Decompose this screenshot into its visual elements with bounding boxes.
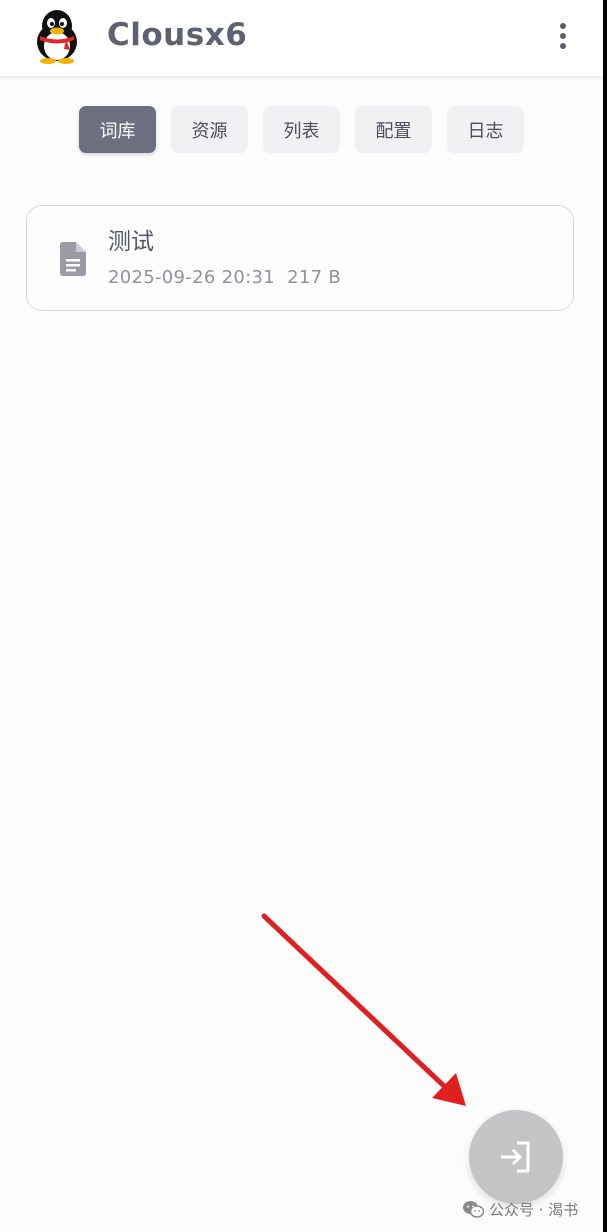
wechat-icon	[463, 1201, 484, 1218]
tab-logs[interactable]: 日志	[447, 106, 524, 153]
file-list-item[interactable]: 测试 2025-09-26 20:31 217 B	[26, 205, 574, 311]
tab-lexicon[interactable]: 词库	[79, 106, 156, 153]
login-fab-button[interactable]	[469, 1110, 563, 1204]
tab-resources[interactable]: 资源	[171, 106, 248, 153]
watermark-text: 公众号 · 渴书	[489, 1200, 579, 1219]
file-date: 2025-09-26 20:31	[108, 267, 276, 288]
screen-edge	[603, 0, 607, 1232]
red-arrow-annotation	[261, 913, 466, 1106]
app-bar: Clousx6	[0, 0, 603, 77]
file-meta: 2025-09-26 20:31 217 B	[108, 265, 341, 291]
qq-penguin-icon[interactable]	[30, 8, 84, 64]
tab-config[interactable]: 配置	[355, 106, 432, 153]
app-title: Clousx6	[107, 17, 248, 53]
menu-dot	[560, 33, 566, 39]
watermark: 公众号 · 渴书	[462, 1197, 578, 1221]
document-icon	[60, 242, 86, 276]
tab-list[interactable]: 列表	[263, 106, 340, 153]
file-size: 217 B	[287, 267, 341, 288]
login-icon	[501, 1141, 530, 1173]
tab-bar: 词库 资源 列表 配置 日志	[79, 106, 524, 153]
menu-dot	[560, 43, 566, 49]
menu-dot	[560, 23, 566, 29]
file-name: 测试	[108, 229, 154, 255]
more-vert-icon[interactable]	[547, 17, 579, 55]
